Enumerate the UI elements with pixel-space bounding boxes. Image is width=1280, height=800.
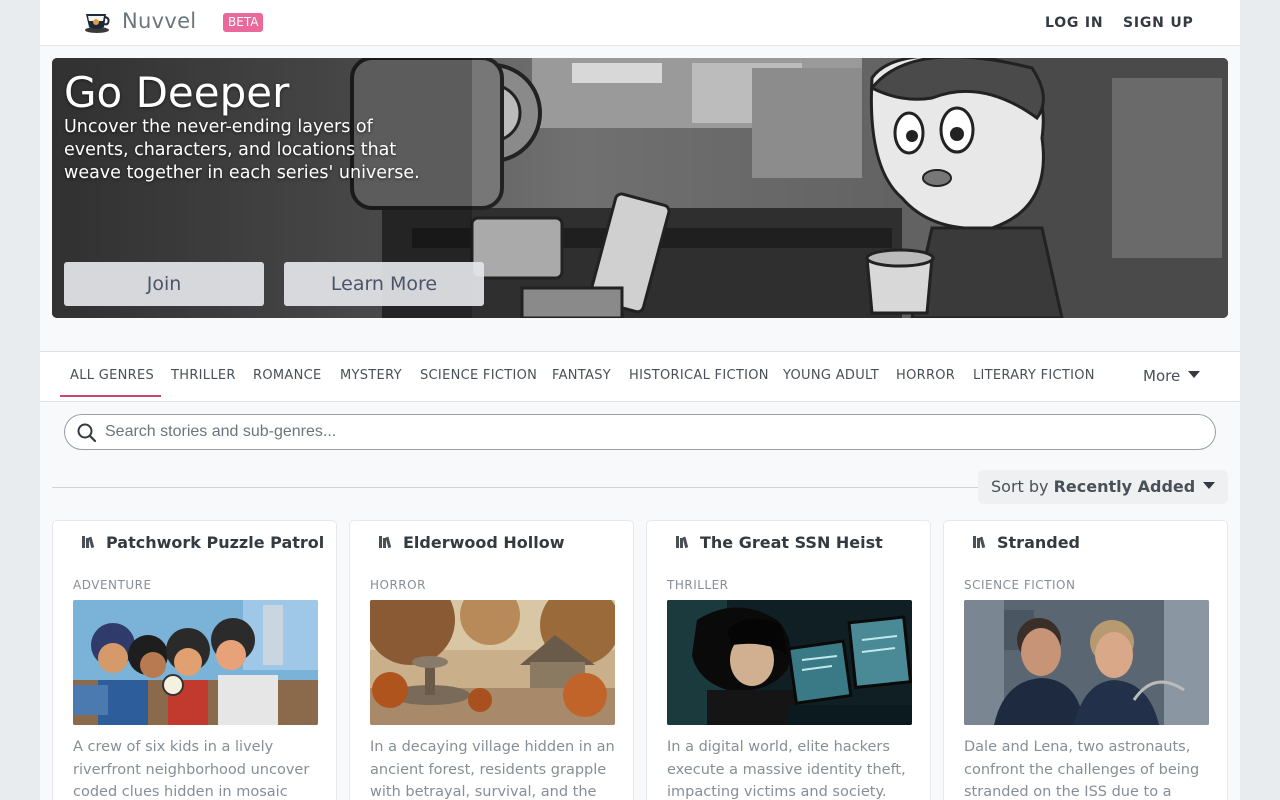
hacker-at-monitors-illustration[interactable] bbox=[667, 600, 912, 725]
more-genres-dropdown[interactable]: More bbox=[1143, 367, 1201, 385]
story-title[interactable]: The Great SSN Heist bbox=[700, 533, 920, 552]
story-genre: HORROR bbox=[370, 578, 426, 592]
story-card[interactable]: The Great SSN Heist THRILLER In a digita… bbox=[646, 520, 931, 800]
story-description: In a decaying village hidden in an ancie… bbox=[370, 739, 615, 800]
story-description: In a digital world, elite hackers execut… bbox=[667, 739, 906, 800]
hero-banner: Go Deeper Uncover the never-ending layer… bbox=[52, 58, 1228, 318]
sort-prefix: Sort by bbox=[991, 477, 1049, 496]
tab-literary-fiction[interactable]: LITERARY FICTION bbox=[973, 368, 1095, 383]
story-genre: SCIENCE FICTION bbox=[964, 578, 1076, 592]
search-input[interactable] bbox=[105, 417, 1195, 447]
tab-fantasy[interactable]: FANTASY bbox=[552, 368, 611, 383]
brand-name[interactable]: Nuvvel bbox=[122, 9, 196, 33]
active-tab-indicator bbox=[60, 395, 161, 397]
books-icon bbox=[973, 536, 986, 549]
story-title[interactable]: Patchwork Puzzle Patrol bbox=[106, 533, 326, 552]
kids-puzzle-illustration[interactable] bbox=[73, 600, 318, 725]
navbar: Nuvvel BETA LOG IN SIGN UP bbox=[40, 0, 1240, 46]
hero-title: Go Deeper bbox=[64, 68, 290, 117]
story-title[interactable]: Elderwood Hollow bbox=[403, 533, 623, 552]
login-link[interactable]: LOG IN bbox=[1045, 15, 1103, 31]
story-genre: ADVENTURE bbox=[73, 578, 152, 592]
search-box bbox=[64, 414, 1216, 450]
divider bbox=[52, 487, 980, 488]
story-card[interactable]: Elderwood Hollow HORROR In a decaying vi… bbox=[349, 520, 634, 800]
genre-tabs: ALL GENRES THRILLER ROMANCE MYSTERY SCIE… bbox=[40, 351, 1240, 402]
story-title[interactable]: Stranded bbox=[997, 533, 1217, 552]
tab-thriller[interactable]: THRILLER bbox=[171, 368, 236, 383]
join-button[interactable]: Join bbox=[64, 262, 264, 306]
sort-dropdown[interactable]: Sort by Recently Added bbox=[978, 470, 1228, 504]
more-label: More bbox=[1143, 367, 1181, 385]
autumn-village-fountain-illustration[interactable] bbox=[370, 600, 615, 725]
search-icon bbox=[77, 423, 97, 443]
tab-mystery[interactable]: MYSTERY bbox=[340, 368, 402, 383]
books-icon bbox=[379, 536, 392, 549]
beta-badge: BETA bbox=[223, 13, 264, 32]
astronauts-in-station-photo[interactable] bbox=[964, 600, 1209, 725]
tab-horror[interactable]: HORROR bbox=[896, 368, 955, 383]
caret-down-icon bbox=[1188, 371, 1201, 378]
caret-down-icon bbox=[1203, 482, 1216, 489]
tab-romance[interactable]: ROMANCE bbox=[253, 368, 322, 383]
story-description: A crew of six kids in a lively riverfron… bbox=[73, 739, 310, 800]
story-card[interactable]: Patchwork Puzzle Patrol ADVENTURE A crew… bbox=[52, 520, 337, 800]
hero-subtitle: Uncover the never-ending layers of event… bbox=[64, 117, 420, 183]
books-icon bbox=[676, 536, 689, 549]
page: Nuvvel BETA LOG IN SIGN UP Go Deeper Unc… bbox=[40, 0, 1240, 800]
tab-young-adult[interactable]: YOUNG ADULT bbox=[783, 368, 879, 383]
story-card[interactable]: Stranded SCIENCE FICTION Dale and Lena, … bbox=[943, 520, 1228, 800]
story-description: Dale and Lena, two astronauts, confront … bbox=[964, 739, 1200, 800]
teacup-logo-icon[interactable] bbox=[83, 9, 111, 35]
story-genre: THRILLER bbox=[667, 578, 729, 592]
tab-historical-fiction[interactable]: HISTORICAL FICTION bbox=[629, 368, 769, 383]
tab-science-fiction[interactable]: SCIENCE FICTION bbox=[420, 368, 537, 383]
books-icon bbox=[82, 536, 95, 549]
learn-more-button[interactable]: Learn More bbox=[284, 262, 484, 306]
signup-link[interactable]: SIGN UP bbox=[1123, 15, 1194, 31]
sort-value: Recently Added bbox=[1053, 477, 1196, 496]
tab-all-genres[interactable]: ALL GENRES bbox=[70, 368, 154, 383]
